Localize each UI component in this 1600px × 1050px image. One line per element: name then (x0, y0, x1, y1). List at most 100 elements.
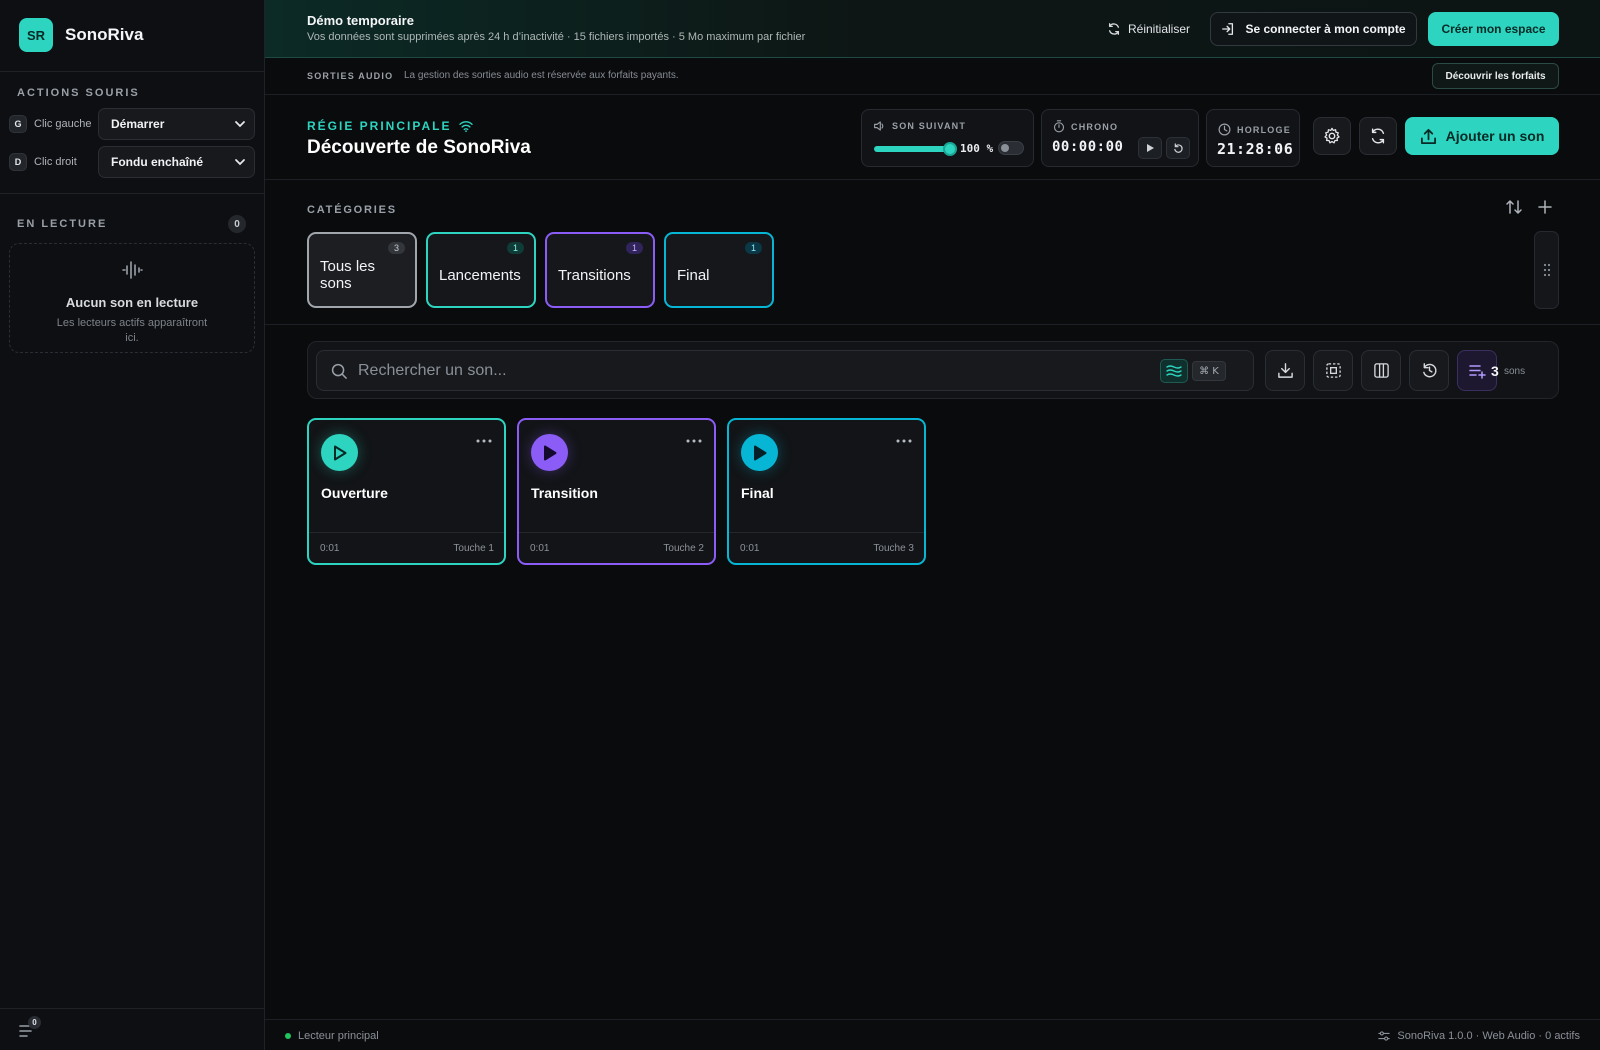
sound-card[interactable]: Ouverture 0:01 Touche 1 (307, 418, 506, 565)
category-all[interactable]: 3 Tous les sons (307, 232, 417, 308)
login-label: Se connecter à mon compte (1245, 22, 1406, 36)
grip-icon (1543, 263, 1550, 277)
chrono-reset-button[interactable] (1166, 137, 1190, 159)
left-click-key: G (9, 115, 27, 133)
demo-subtitle: Vos données sont supprimées après 24 h d… (307, 31, 806, 43)
category-count: 1 (745, 242, 762, 254)
right-click-row: D Clic droit Fondu enchaîné (9, 146, 255, 178)
categories-label: CATÉGORIES (307, 204, 397, 216)
next-sound-panel: SON SUIVANT 100 % (861, 109, 1034, 167)
right-click-select[interactable]: Fondu enchaîné (98, 146, 255, 178)
clock-panel: HORLOGE 21:28:06 (1206, 109, 1300, 167)
chrono-play-button[interactable] (1138, 137, 1162, 159)
history-icon (1422, 363, 1437, 378)
sound-card-footer: 0:01 Touche 2 (519, 532, 714, 563)
stopwatch-icon (1053, 120, 1065, 133)
more-options-icon[interactable] (896, 439, 912, 443)
waves-icon (1166, 365, 1182, 377)
sliders-icon (1378, 1031, 1391, 1041)
download-icon (1277, 363, 1293, 378)
chrono-head: CHRONO (1053, 120, 1118, 133)
search-box: ⌘ K (316, 350, 1254, 391)
sound-card[interactable]: Final 0:01 Touche 3 (727, 418, 926, 565)
select-mode-button[interactable] (1313, 350, 1353, 391)
outputs-text: La gestion des sorties audio est réservé… (404, 70, 679, 81)
waveform-icon (122, 261, 143, 279)
category-lancements[interactable]: 1 Lancements (426, 232, 536, 308)
category-transitions[interactable]: 1 Transitions (545, 232, 655, 308)
brand[interactable]: SR SonoRiva (19, 18, 143, 52)
mouse-actions-heading: ACTIONS SOURIS (17, 87, 140, 99)
sound-title: Transition (531, 485, 598, 501)
download-button[interactable] (1265, 350, 1305, 391)
app-root: SR SonoRiva ACTIONS SOURIS G Clic gauche… (0, 0, 1600, 1050)
more-options-icon[interactable] (686, 439, 702, 443)
sound-hotkey: Touche 2 (663, 543, 704, 554)
status-right: SonoRiva 1.0.0 · Web Audio · 0 actifs (1378, 1030, 1580, 1042)
left-click-select[interactable]: Démarrer (98, 108, 255, 140)
app-logo: SR (19, 18, 53, 52)
columns-button[interactable] (1361, 350, 1401, 391)
main-area: Démo temporaire Vos données sont supprim… (265, 0, 1600, 1050)
plus-icon[interactable] (1536, 198, 1554, 216)
play-icon (1147, 144, 1154, 152)
reset-button[interactable]: Réinitialiser (1107, 18, 1190, 40)
sound-card[interactable]: Transition 0:01 Touche 2 (517, 418, 716, 565)
chrono-label: CHRONO (1071, 121, 1119, 132)
select-dashed-icon (1325, 363, 1341, 378)
category-count: 1 (507, 242, 524, 254)
sound-hotkey: Touche 3 (873, 543, 914, 554)
audio-search-toggle[interactable] (1160, 359, 1188, 383)
chevron-down-icon (235, 159, 245, 166)
volume-slider-track[interactable] (874, 146, 950, 152)
queue-badge: 0 (28, 1016, 41, 1029)
sound-play-button[interactable] (321, 434, 358, 471)
app-name: SonoRiva (65, 25, 144, 44)
sound-hotkey: Touche 1 (453, 543, 494, 554)
login-button[interactable]: Se connecter à mon compte (1210, 12, 1417, 46)
divider (0, 71, 265, 72)
sound-count-label: sons (1504, 366, 1526, 377)
category-final[interactable]: 1 Final (664, 232, 774, 308)
reset-label: Réinitialiser (1128, 22, 1191, 36)
sort-icon[interactable] (1505, 198, 1523, 216)
speaker-icon (874, 121, 884, 131)
sound-card-footer: 0:01 Touche 3 (729, 532, 924, 563)
sync-icon (1371, 128, 1385, 144)
gear-icon (1324, 127, 1340, 144)
status-bar: Lecteur principal SonoRiva 1.0.0 · Web A… (265, 1019, 1600, 1050)
wifi-icon (459, 121, 474, 132)
divider (0, 193, 265, 194)
left-click-label: Clic gauche (34, 118, 92, 130)
sound-duration: 0:01 (740, 543, 760, 554)
login-icon (1222, 23, 1234, 35)
add-sound-label: Ajouter un son (1445, 128, 1545, 144)
category-drag-handle[interactable] (1534, 231, 1559, 309)
history-button[interactable] (1409, 350, 1449, 391)
play-icon (333, 445, 346, 460)
library-toolbar: ⌘ K (307, 341, 1559, 399)
search-input[interactable] (358, 351, 1138, 390)
status-left: Lecteur principal (285, 1030, 379, 1042)
add-sound-button[interactable]: Ajouter un son (1405, 117, 1559, 155)
sound-title: Final (741, 485, 774, 501)
demo-banner: Démo temporaire Vos données sont supprim… (265, 0, 1600, 58)
sync-button[interactable] (1359, 117, 1397, 155)
clock-head: HORLOGE (1218, 123, 1291, 136)
settings-button[interactable] (1313, 117, 1351, 155)
player-status-label: Lecteur principal (298, 1030, 379, 1042)
columns-icon (1373, 363, 1389, 378)
sound-play-button[interactable] (531, 434, 568, 471)
next-sound-toggle[interactable] (998, 141, 1024, 155)
regie-header: RÉGIE PRINCIPALE Découverte de SonoRiva … (265, 95, 1600, 180)
category-name: Lancements (439, 267, 521, 284)
create-space-button[interactable]: Créer mon espace (1428, 12, 1559, 46)
playlist-add-icon (1469, 365, 1486, 379)
more-options-icon[interactable] (476, 439, 492, 443)
left-click-row: G Clic gauche Démarrer (9, 108, 255, 140)
volume-slider-handle[interactable] (943, 142, 957, 156)
empty-title: Aucun son en lecture (65, 295, 199, 310)
audio-outputs-bar: SORTIES AUDIO La gestion des sorties aud… (265, 58, 1600, 95)
sound-play-button[interactable] (741, 434, 778, 471)
discover-plans-button[interactable]: Découvrir les forfaits (1432, 63, 1559, 89)
